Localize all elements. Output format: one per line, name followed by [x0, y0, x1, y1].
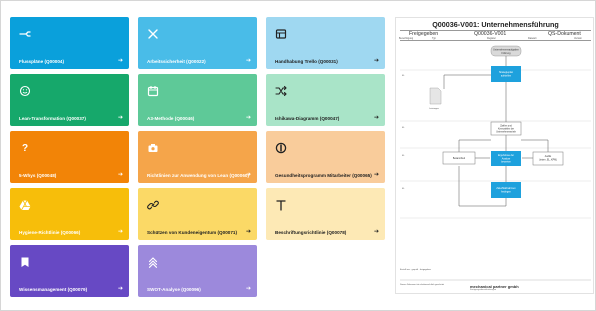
chevrons-up-icon — [147, 256, 159, 268]
svg-text:Audits: Audits — [545, 155, 552, 158]
svg-text:(intern, EL, KPM): (intern, EL, KPM) — [539, 159, 557, 162]
tile-label: Richtlinien zur Anwendung von Lean (Q000… — [147, 173, 250, 178]
map-icon — [19, 256, 31, 268]
tile-5-whys[interactable]: ? 5-Whys (Q00048) ➔ — [10, 131, 129, 183]
arrow-right-icon: ➔ — [373, 172, 379, 178]
tile-arbeitssicherheit[interactable]: Arbeitssicherheit (Q00022) ➔ — [138, 17, 257, 69]
tile-label: Beschriftungsrichtlinie (Q00078) — [275, 230, 347, 235]
arrow-right-icon: ➔ — [117, 229, 123, 235]
camera-icon — [147, 142, 159, 154]
svg-text:Führung: Führung — [502, 52, 512, 55]
tile-label: Hygiene-Richtlinie (Q00066) — [19, 230, 81, 235]
target-icon — [275, 142, 287, 154]
link-icon — [147, 199, 159, 211]
drive-icon — [19, 199, 31, 211]
tile-gesundheitsprogramm[interactable]: Gesundheitsprogramm Mitarbeiter (Q00065)… — [266, 131, 385, 183]
tile-label: A3-Methode (Q00046) — [147, 116, 195, 121]
svg-text:aufstellen: aufstellen — [501, 75, 512, 78]
arrow-right-icon: ➔ — [117, 172, 123, 178]
arrow-right-icon: ➔ — [245, 172, 251, 178]
svg-text:EL: EL — [402, 188, 405, 190]
board-icon — [275, 28, 287, 40]
tile-label: Gesundheitsprogramm Mitarbeiter (Q00065) — [275, 173, 372, 178]
arrow-right-icon: ➔ — [373, 229, 379, 235]
process-flowchart: EL EL EL EL Unternehmensaufgaben Führung — [400, 45, 591, 281]
tile-swot-analyse[interactable]: SWOT-Analyse (Q00096) ➔ — [138, 245, 257, 297]
tile-label: Flusspläne (Q00004) — [19, 59, 65, 64]
tile-kundeneigentum[interactable]: Schützen von Kundeneigentum (Q00071) ➔ — [138, 188, 257, 240]
arrow-right-icon: ➔ — [245, 286, 251, 292]
svg-text:bewerten: bewerten — [501, 161, 512, 164]
tile-ishikawa[interactable]: Ishikawa-Diagramm (Q00047) ➔ — [266, 74, 385, 126]
tile-lean-transformation[interactable]: Lean-Transformation (Q00037) ➔ — [10, 74, 129, 126]
tile-a3-methode[interactable]: A3-Methode (Q00046) ➔ — [138, 74, 257, 126]
tile-label: 5-Whys (Q00048) — [19, 173, 57, 178]
footer-text: Dieses Dokument ist urheberrechtlich ges… — [400, 284, 445, 286]
tile-hygiene-richtlinie[interactable]: Hygiene-Richtlinie (Q00066) ➔ — [10, 188, 129, 240]
tile-label: Schützen von Kundeneigentum (Q00071) — [147, 230, 238, 235]
tile-label: Wissensmanagement (Q00079) — [19, 287, 88, 292]
svg-text:Unternehmensziele: Unternehmensziele — [496, 131, 517, 134]
arrow-right-icon: ➔ — [245, 115, 251, 121]
svg-text:EL: EL — [402, 75, 405, 77]
svg-text:festlegen: festlegen — [501, 191, 511, 194]
question-icon: ? — [21, 142, 29, 154]
svg-text:EL: EL — [402, 155, 405, 157]
text-icon — [275, 199, 287, 211]
svg-text:Zahlen und: Zahlen und — [500, 126, 512, 128]
arrow-right-icon: ➔ — [117, 58, 123, 64]
tile-handhabung-trello[interactable]: Handhabung Trello (Q00031) ➔ — [266, 17, 385, 69]
tile-label: SWOT-Analyse (Q00096) — [147, 287, 201, 292]
arrow-right-icon: ➔ — [373, 115, 379, 121]
tile-label: Ishikawa-Diagramm (Q00047) — [275, 116, 340, 121]
close-icon — [147, 28, 159, 40]
arrow-right-icon: ➔ — [373, 58, 379, 64]
svg-text:Leistungen: Leistungen — [429, 107, 439, 110]
svg-text:Kennzahlen der: Kennzahlen der — [498, 128, 514, 131]
footer-text: Erstellt am · geprüft · freigegeben — [400, 269, 431, 271]
tile-label: Lean-Transformation (Q00037) — [19, 116, 86, 121]
tile-beschriftung[interactable]: Beschriftungsrichtlinie (Q00078) ➔ — [266, 188, 385, 240]
smile-icon — [19, 85, 31, 97]
tile-wissensmanagement[interactable]: Wissensmanagement (Q00079) ➔ — [10, 245, 129, 297]
arrow-right-icon: ➔ — [117, 286, 123, 292]
svg-text:Bekanntheit: Bekanntheit — [453, 157, 465, 160]
arrow-right-icon: ➔ — [117, 115, 123, 121]
tile-label: Arbeitssicherheit (Q00022) — [147, 59, 206, 64]
document-preview[interactable]: Q00036-V001: Unternehmensführung Freigeg… — [395, 17, 594, 294]
tile-flussplaene[interactable]: Flusspläne (Q00004) ➔ — [10, 17, 129, 69]
tile-label: Handhabung Trello (Q00031) — [275, 59, 338, 64]
arrow-right-icon: ➔ — [245, 229, 251, 235]
shuffle-cross-icon — [275, 85, 287, 97]
tile-richtlinien-lean[interactable]: Richtlinien zur Anwendung von Lean (Q000… — [138, 131, 257, 183]
svg-text:EL: EL — [402, 127, 405, 129]
calendar-icon — [147, 85, 159, 97]
arrow-right-icon: ➔ — [245, 58, 251, 64]
company-tagline: Fertigungsdienstleistungen — [470, 289, 497, 291]
shuffle-icon — [19, 28, 31, 40]
